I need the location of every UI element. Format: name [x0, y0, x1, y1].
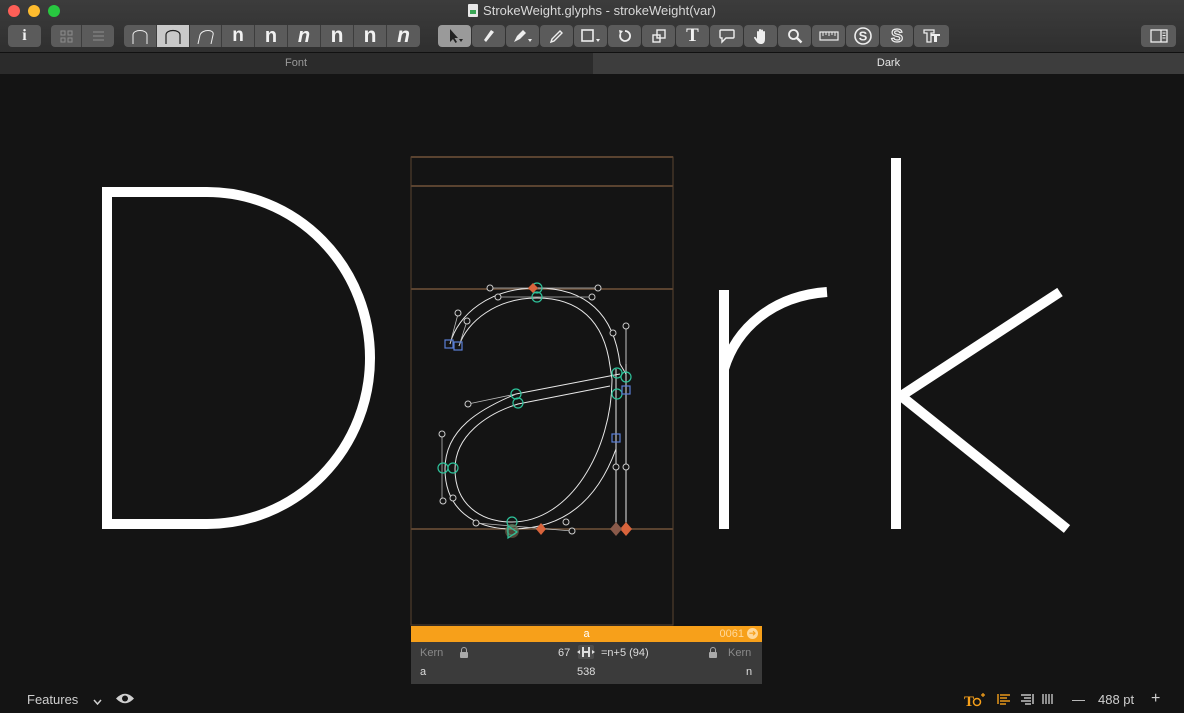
svg-text:S: S [890, 26, 902, 46]
tab-font[interactable]: Font [0, 53, 592, 74]
align-left-icon[interactable] [997, 693, 1011, 708]
window-title: StrokeWeight.glyphs - strokeWeight(var) [0, 3, 1184, 18]
draw-tool-button[interactable] [472, 25, 505, 47]
master-outline-thin-icon[interactable] [124, 25, 157, 47]
sidebar-icon [1149, 29, 1168, 43]
glyph-name[interactable]: a [411, 628, 762, 640]
info-button[interactable]: i [8, 25, 41, 47]
scale-icon [651, 29, 666, 43]
grid-view-icon[interactable] [51, 25, 82, 47]
weight-preview-4[interactable]: n [321, 25, 354, 47]
ruler-icon [818, 31, 839, 41]
right-kerning-glyph[interactable]: n [746, 666, 752, 678]
rectangle-icon [580, 29, 600, 42]
double-t-icon [922, 29, 940, 43]
weight-preview-5[interactable]: n [354, 25, 387, 47]
glyph-width[interactable]: 538 [577, 666, 595, 678]
svg-text:S: S [858, 29, 867, 44]
rectangle-tool-button[interactable] [574, 25, 607, 47]
hand-icon [753, 28, 765, 44]
annotation-tool-button[interactable] [710, 25, 743, 47]
unicode-link-icon[interactable]: ➜ [747, 628, 758, 639]
list-view-icon[interactable] [82, 25, 114, 47]
weight-preview-2[interactable]: n [255, 25, 288, 47]
features-menu[interactable]: Features [27, 692, 78, 707]
pointer-arrow-icon [449, 29, 463, 43]
master-outline-italic-icon[interactable] [190, 25, 222, 47]
glyph-info-header: a 0061 ➜ [411, 626, 762, 642]
component-tool-button[interactable]: S [846, 25, 879, 47]
right-lock-icon[interactable] [709, 647, 717, 658]
right-kern-label[interactable]: Kern [728, 647, 751, 659]
scale-tool-button[interactable] [642, 25, 675, 47]
weight-preview-1[interactable]: n [222, 25, 255, 47]
preview-eye-icon[interactable] [115, 692, 135, 708]
align-right-icon[interactable] [1020, 693, 1034, 708]
pen-tool-button[interactable] [506, 25, 539, 47]
select-tool-button[interactable] [438, 25, 471, 47]
glyph-d-outline [102, 187, 375, 529]
tab-bar: Font Dark [0, 53, 1184, 74]
pencil-tool-button[interactable] [540, 25, 573, 47]
pencil-knife-icon [483, 30, 494, 42]
glyph-info-box: a 0061 ➜ Kern 67 =n+5 (94) Kern a 538 n [411, 626, 762, 684]
svg-text:T: T [964, 694, 974, 708]
view-mode-control [51, 25, 114, 47]
vertical-lines-icon[interactable] [1042, 693, 1054, 708]
magnifier-icon [787, 29, 802, 44]
zoom-out-button[interactable]: — [1072, 692, 1085, 707]
glyph-unicode[interactable]: 0061 [720, 628, 744, 640]
glyph-r-outline [719, 287, 828, 529]
edit-canvas[interactable] [0, 74, 1184, 684]
style-tool-button[interactable]: S [880, 25, 913, 47]
weight-preview-3[interactable]: n [288, 25, 321, 47]
document-icon [468, 4, 479, 17]
tab-dark[interactable]: Dark [593, 53, 1184, 74]
master-selector: n n n n n n [124, 25, 420, 47]
rotate-tool-button[interactable] [608, 25, 641, 47]
rotate-icon [618, 30, 631, 42]
glyph-metrics: Kern 67 =n+5 (94) Kern a 538 n [411, 642, 762, 684]
pencil-icon [549, 30, 563, 44]
right-sidebearing[interactable]: =n+5 (94) [601, 647, 649, 659]
glyph-a-edit-frame [410, 156, 674, 626]
left-sidebearing[interactable]: 67 [558, 647, 570, 659]
speech-bubble-icon [718, 29, 735, 44]
window-titlebar: StrokeWeight.glyphs - strokeWeight(var) … [0, 0, 1184, 53]
pen-icon [513, 30, 532, 42]
weight-preview-6[interactable]: n [387, 25, 420, 47]
left-lock-icon[interactable] [460, 647, 468, 658]
hand-tool-button[interactable] [744, 25, 777, 47]
type-tool-button[interactable] [914, 25, 949, 47]
metrics-link-icon[interactable] [576, 644, 596, 660]
outlined-s-icon: S [890, 26, 903, 46]
left-kern-label[interactable]: Kern [420, 647, 443, 659]
text-tool-icon: T [686, 25, 699, 46]
zoom-in-button[interactable]: + [1151, 690, 1160, 708]
master-outline-selected-icon[interactable] [157, 25, 190, 47]
left-kerning-glyph[interactable]: a [420, 666, 426, 678]
glyph-view [102, 156, 1071, 626]
glyph-k-outline [891, 158, 1071, 533]
zoom-tool-button[interactable] [778, 25, 811, 47]
circled-s-icon: S [853, 27, 872, 45]
measurement-tool-button[interactable] [812, 25, 845, 47]
zoom-level[interactable]: 488 pt [1098, 692, 1134, 707]
chevron-down-icon[interactable] [93, 694, 102, 709]
text-tool-button[interactable]: T [676, 25, 709, 47]
status-bar: Features T — 488 pt + [0, 686, 1184, 713]
sidebar-toggle-button[interactable] [1141, 25, 1176, 47]
text-options-icon[interactable]: T [964, 692, 986, 711]
